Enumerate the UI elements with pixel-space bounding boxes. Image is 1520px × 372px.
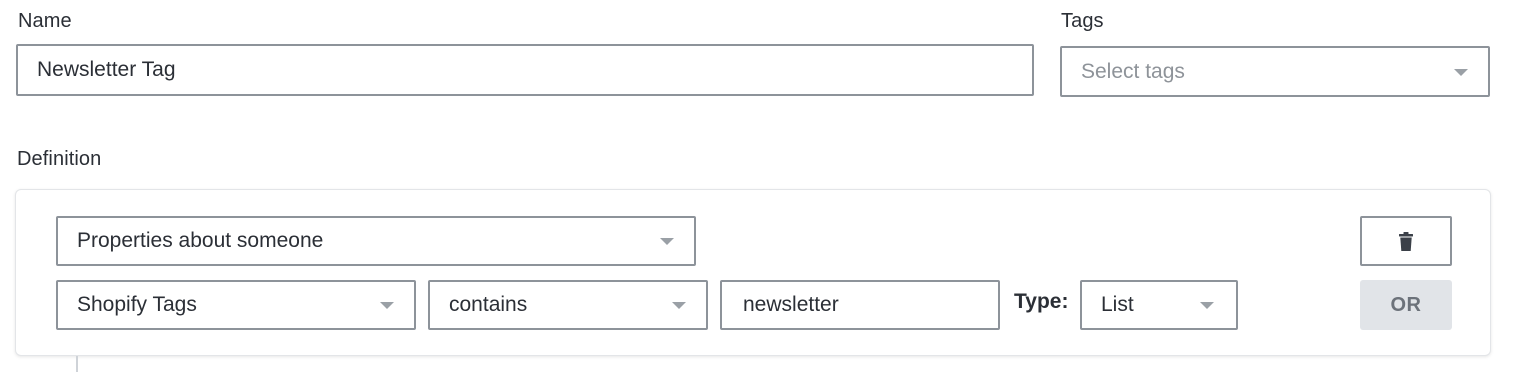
tags-placeholder: Select tags <box>1081 59 1185 83</box>
condition-type-label: Properties about someone <box>77 229 324 252</box>
type-value: List <box>1101 293 1134 316</box>
chevron-down-icon <box>672 302 686 309</box>
operator-label: contains <box>449 293 528 316</box>
type-select[interactable]: List <box>1080 280 1238 330</box>
name-label: Name <box>18 10 72 32</box>
trash-icon <box>1399 231 1413 251</box>
condition-type-select[interactable]: Properties about someone <box>56 216 696 266</box>
or-button[interactable]: OR <box>1360 280 1452 330</box>
tags-select[interactable]: Select tags <box>1060 46 1490 97</box>
property-label: Shopify Tags <box>77 293 197 316</box>
connector-line <box>76 356 78 372</box>
chevron-down-icon <box>1454 68 1468 76</box>
value-input[interactable]: newsletter <box>720 280 1000 330</box>
chevron-down-icon <box>380 302 394 309</box>
type-label: Type: <box>1014 290 1069 313</box>
delete-condition-button[interactable] <box>1360 216 1452 266</box>
definition-label: Definition <box>17 148 102 170</box>
chevron-down-icon <box>1200 302 1214 309</box>
property-select[interactable]: Shopify Tags <box>56 280 416 330</box>
definition-card <box>15 189 1491 356</box>
chevron-down-icon <box>660 238 674 245</box>
operator-select[interactable]: contains <box>428 280 708 330</box>
name-input[interactable]: Newsletter Tag <box>16 44 1034 96</box>
tags-label: Tags <box>1061 10 1104 32</box>
